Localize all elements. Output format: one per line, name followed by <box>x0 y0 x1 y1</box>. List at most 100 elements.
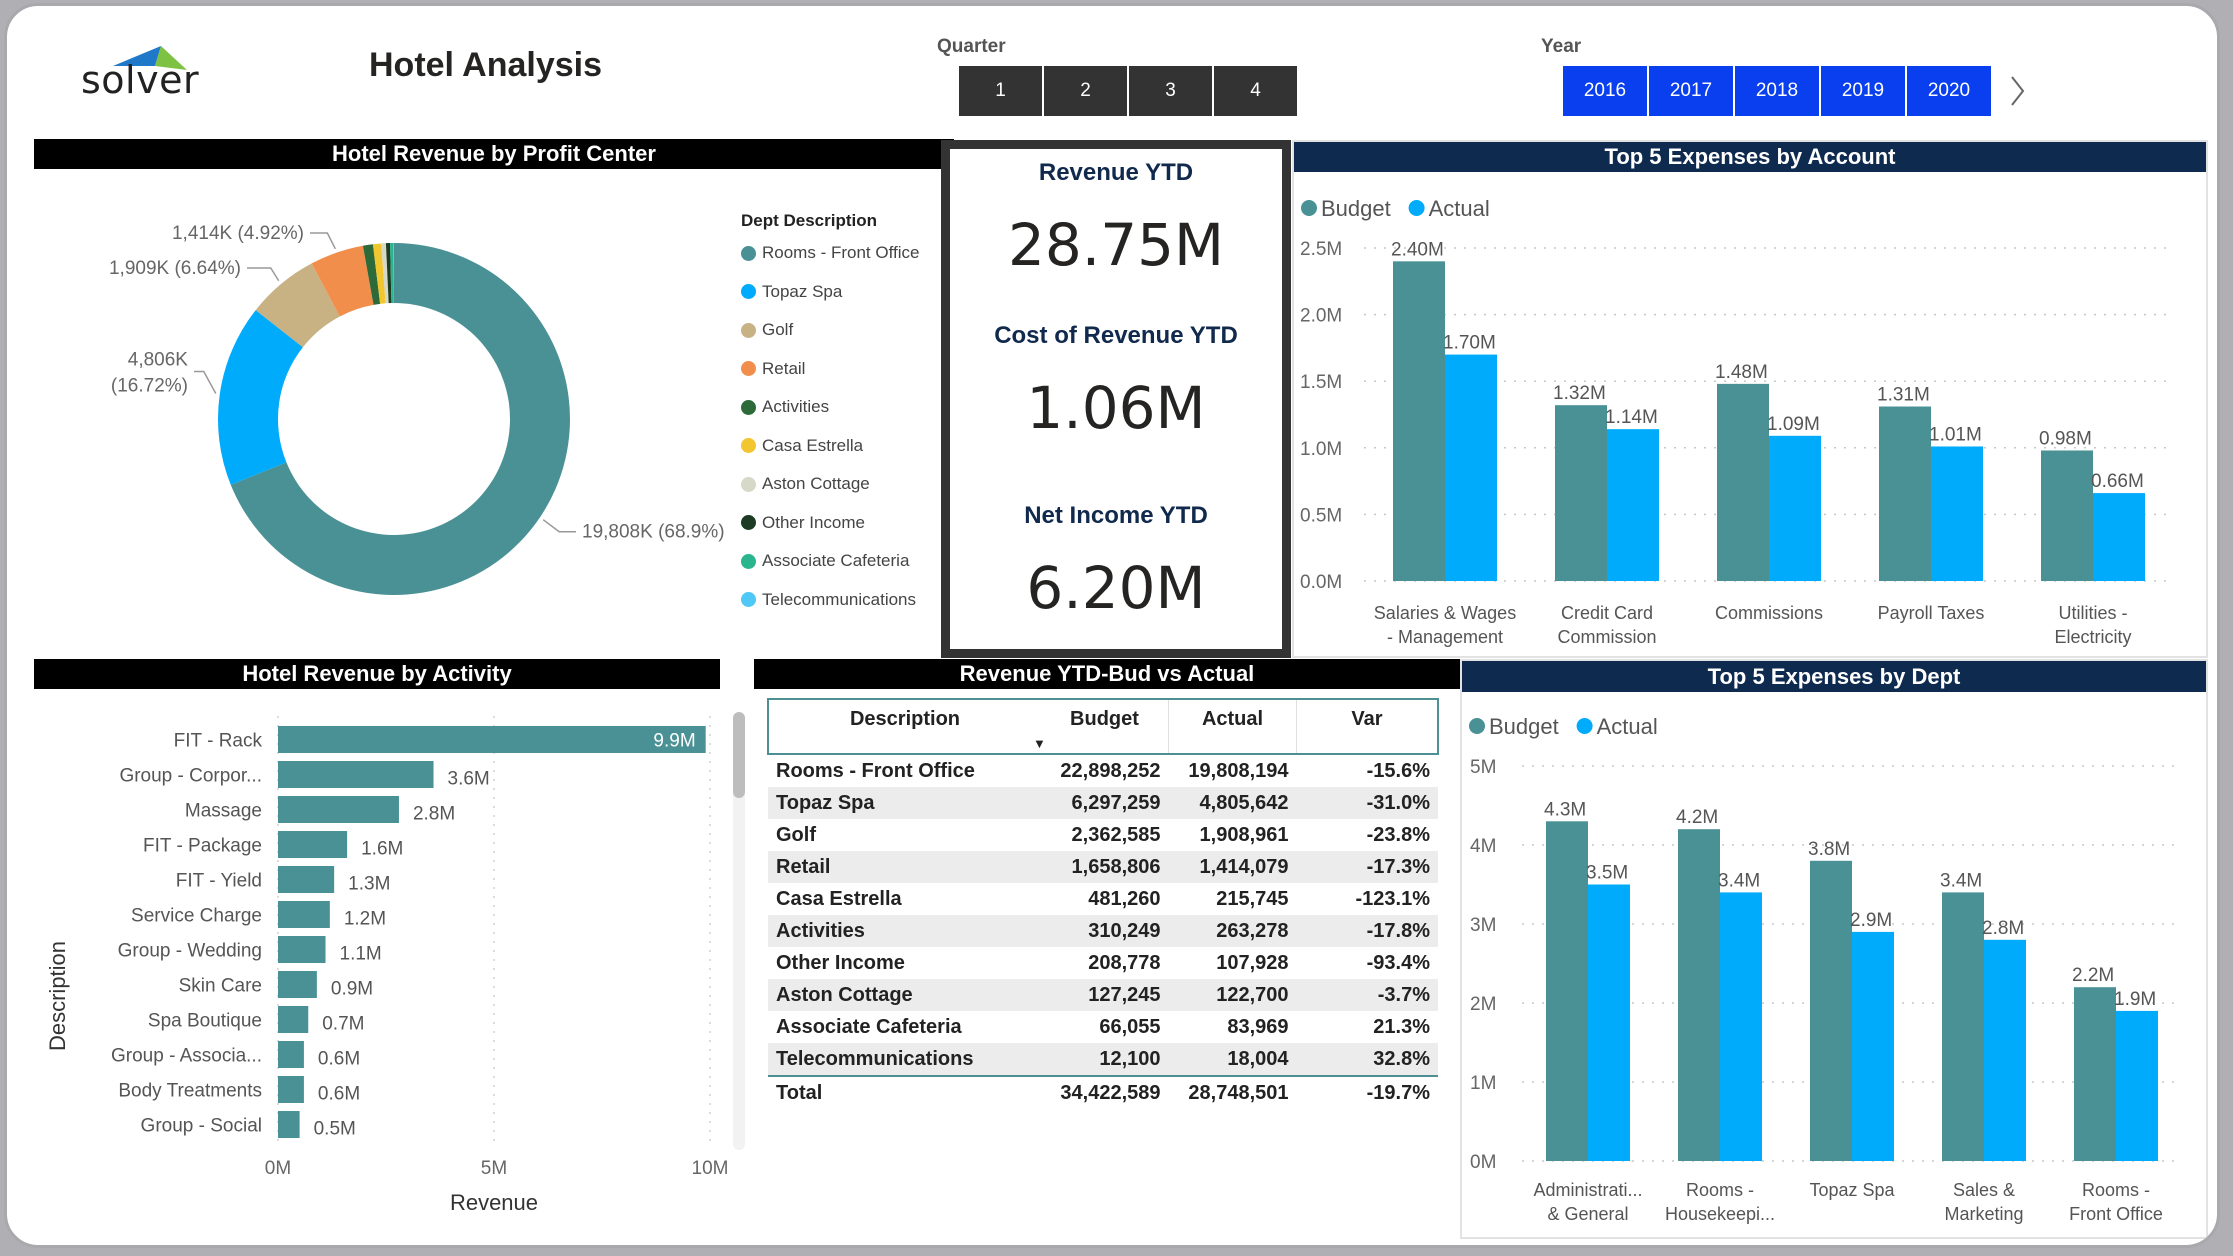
x-axis-title: Revenue <box>450 1190 538 1215</box>
year-button-2016[interactable]: 2016 <box>1563 66 1647 116</box>
quarter-button-2[interactable]: 2 <box>1044 66 1127 116</box>
cell-description: Activities <box>768 915 1041 947</box>
activity-bar <box>278 796 399 823</box>
data-label: 3.5M <box>1586 863 1628 884</box>
table-row[interactable]: Topaz Spa 6,297,259 4,805,642 -31.0% <box>768 787 1438 819</box>
year-button-2019[interactable]: 2019 <box>1821 66 1905 116</box>
table-total-row[interactable]: Total 34,422,589 28,748,501 -19.7% <box>768 1075 1438 1109</box>
data-label-text: (16.72%) <box>111 376 188 397</box>
bar-actual <box>1852 931 1894 1161</box>
data-label: 2.9M <box>1850 910 1892 931</box>
activity-bar <box>278 1041 304 1068</box>
table-row[interactable]: Other Income 208,778 107,928 -93.4% <box>768 947 1438 979</box>
profit-center-title: Hotel Revenue by Profit Center <box>34 139 954 169</box>
legend-item-budget: Budget <box>1469 714 1559 739</box>
y-tick-label: 0M <box>1470 1152 1496 1173</box>
legend-item-casa-estrella[interactable]: Casa Estrella <box>741 436 863 456</box>
cell-description: Telecommunications <box>768 1043 1041 1076</box>
cell-var: -17.3% <box>1296 851 1438 883</box>
year-slicer-label: Year <box>1541 36 1582 57</box>
column-header-description[interactable]: Description <box>767 698 1041 755</box>
sort-descending-icon[interactable]: ▼ <box>1033 736 1046 751</box>
quarter-button-3[interactable]: 3 <box>1129 66 1212 116</box>
legend-label: Budget <box>1489 714 1559 739</box>
table-row[interactable]: Aston Cottage 127,245 122,700 -3.7% <box>768 979 1438 1011</box>
legend-item-associate-cafeteria[interactable]: Associate Cafeteria <box>741 551 909 571</box>
cell-description: Golf <box>776 823 816 846</box>
table-row[interactable]: Activities 310,249 263,278 -17.8% <box>768 915 1438 947</box>
expenses-account-chart: Budget Actual 0.0M 0.5M 1.0M 1.5M 2.0M 2.5M 2.40… <box>1300 196 2174 647</box>
activity-scrollbar-thumb[interactable] <box>733 712 745 798</box>
legend-item-telecommunications[interactable]: Telecommunications <box>741 590 916 610</box>
x-tick-label: Utilities - <box>2058 603 2127 623</box>
kpi-net-income-value: 6.20M <box>1026 554 1206 622</box>
legend-item-rooms-front-office[interactable]: Rooms - Front Office <box>741 243 919 263</box>
legend-label: Rooms - Front Office <box>762 243 920 262</box>
legend-item-activities[interactable]: Activities <box>741 397 829 417</box>
legend-label: Aston Cottage <box>762 474 870 493</box>
data-label-text: 19,808K (68.9%) <box>582 522 725 543</box>
activity-title: Hotel Revenue by Activity <box>34 659 720 689</box>
cell-actual: 18,004 <box>1168 1043 1297 1076</box>
cell-actual: 28,748,501 <box>1168 1075 1297 1109</box>
table-row[interactable]: Associate Cafeteria 66,055 83,969 21.3% <box>768 1011 1438 1043</box>
x-tick-label: Housekeepi... <box>1665 1204 1775 1224</box>
legend-label: Other Income <box>762 512 865 532</box>
quarter-button-1[interactable]: 1 <box>959 66 1042 116</box>
data-label: 0.5M <box>314 1119 356 1140</box>
table-row[interactable]: Casa Estrella 481,260 215,745 -123.1% <box>768 883 1438 915</box>
donut-data-label: 19,808K (68.9%) <box>542 519 725 543</box>
cell-budget: 208,778 <box>1088 951 1161 974</box>
leader-line <box>247 267 280 282</box>
column-header-var[interactable]: Var <box>1296 698 1439 755</box>
activity-bar <box>278 831 348 858</box>
table-row[interactable]: Golf 2,362,585 1,908,961 -23.8% <box>768 819 1438 851</box>
y-tick-label: Group - Social <box>141 1116 262 1137</box>
cell-budget: 66,055 <box>1099 1015 1161 1038</box>
legend-item-actual: Actual <box>1408 196 1490 221</box>
activity-scrollbar[interactable] <box>733 712 745 1150</box>
quarter-button-4[interactable]: 4 <box>1214 66 1297 116</box>
table-row[interactable]: Telecommunications 12,100 18,004 32.8% <box>768 1043 1438 1076</box>
y-tick-label: FIT - Yield <box>176 871 262 892</box>
cell-actual: 215,745 <box>1216 887 1289 910</box>
logo-text: solver <box>81 58 200 102</box>
table-row[interactable]: Rooms - Front Office 22,898,252 19,808,194… <box>768 754 1438 787</box>
year-button-2017[interactable]: 2017 <box>1649 66 1733 116</box>
column-header-budget-label: Budget <box>1070 708 1139 730</box>
bar-budget <box>1810 860 1852 1161</box>
cell-budget: 12,100 <box>1041 1043 1169 1076</box>
x-tick-label: Commissions <box>1715 603 1823 623</box>
data-label: 1.2M <box>344 909 386 930</box>
x-tick-label: 10M <box>692 1158 729 1179</box>
legend-item-topaz-spa[interactable]: Topaz Spa <box>741 282 842 302</box>
legend-item-golf[interactable]: Golf <box>741 320 793 340</box>
table-row[interactable]: Retail 1,658,806 1,414,079 -17.3% <box>768 851 1438 883</box>
column-header-budget[interactable]: ▼ Budget <box>1033 698 1169 755</box>
data-label: 4.3M <box>1544 799 1586 820</box>
data-label: 0.98M <box>2039 428 2092 449</box>
legend-dot-icon <box>1301 200 1317 216</box>
data-label: 0.6M <box>318 1049 360 1070</box>
data-label: 1.01M <box>1929 424 1982 445</box>
x-tick-label: Rooms - <box>1686 1180 1754 1200</box>
legend-item-aston-cottage[interactable]: Aston Cottage <box>741 474 870 494</box>
data-label: 3.8M <box>1808 839 1850 860</box>
legend-label: Casa Estrella <box>762 435 864 455</box>
cell-actual: 107,928 <box>1216 951 1289 974</box>
data-label: 3.4M <box>1940 870 1982 891</box>
year-button-2018[interactable]: 2018 <box>1735 66 1819 116</box>
activity-bar <box>278 761 434 788</box>
y-tick-label: FIT - Rack <box>174 731 263 752</box>
x-tick-label: Front Office <box>2069 1204 2163 1224</box>
year-button-2020[interactable]: 2020 <box>1907 66 1991 116</box>
cell-var: -93.4% <box>1366 951 1430 974</box>
legend-item-other-income[interactable]: Other Income <box>741 513 865 533</box>
quarter-slicer-label: Quarter <box>937 36 1006 57</box>
cell-description: Associate Cafeteria <box>776 1015 962 1038</box>
column-header-actual[interactable]: Actual <box>1168 698 1297 755</box>
bar-actual <box>2116 1010 2158 1161</box>
legend-item-retail[interactable]: Retail <box>741 359 805 379</box>
revenue-table: Description ▼ Budget Actual Var Rooms - F… <box>767 698 1439 1109</box>
chevron-right-icon[interactable] <box>2009 74 2027 116</box>
